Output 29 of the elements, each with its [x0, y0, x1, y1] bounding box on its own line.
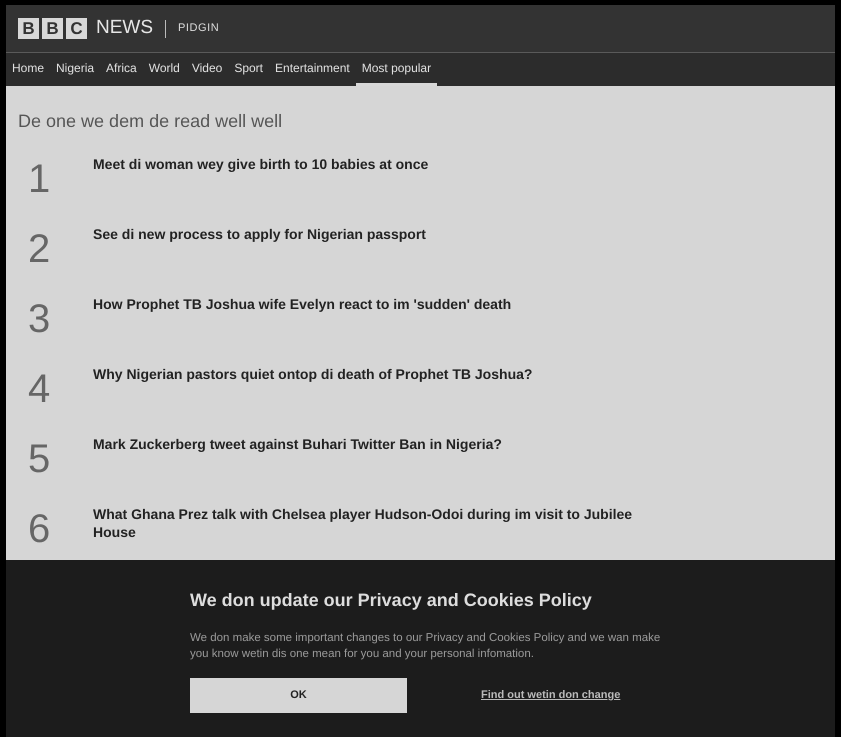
- article-link[interactable]: Mark Zuckerberg tweet against Buhari Twitter Ban in Nigeria?: [93, 435, 653, 453]
- article-link[interactable]: See di new process to apply for Nigerian passport: [93, 225, 653, 243]
- nav-tab[interactable]: Video: [186, 53, 228, 86]
- rank-number: 6: [27, 509, 52, 549]
- nav-tab[interactable]: Africa: [100, 53, 143, 86]
- nav-tab[interactable]: Nigeria: [50, 53, 100, 86]
- nav-tab[interactable]: Sport: [228, 53, 270, 86]
- article-link[interactable]: Why Nigerian pastors quiet ontop di death of Prophet TB Joshua?: [93, 365, 653, 383]
- article-link[interactable]: What Ghana Prez talk with Chelsea player Hudson-Odoi during im visit to Jubilee House: [93, 505, 653, 541]
- nav-tab[interactable]: Home: [6, 53, 50, 86]
- nav-tab[interactable]: World: [142, 53, 186, 86]
- policy-link[interactable]: Find out wetin don change: [481, 687, 620, 704]
- section-title: De one we dem de read well well: [17, 110, 284, 133]
- rank-number: 3: [27, 299, 52, 339]
- rank-number: 2: [27, 229, 52, 269]
- article-link[interactable]: How Prophet TB Joshua wife Evelyn react to im 'sudden' death: [93, 295, 653, 313]
- banner-title: We don update our Privacy and Cookies Policy: [190, 589, 593, 612]
- brand-name: NEWS: [96, 16, 153, 40]
- rank-number: 5: [27, 439, 52, 479]
- edition-name: PIDGIN: [178, 21, 220, 36]
- rank-number: 4: [27, 369, 52, 409]
- rank-number: 1: [27, 159, 52, 199]
- banner-text: We don make some important changes to our Privacy and Cookies Policy and we wan make you know wetin dis one mean for you and your personal infomation.: [190, 631, 662, 662]
- nav-tab[interactable]: Entertainment: [269, 53, 356, 86]
- ok-button[interactable]: OK: [190, 678, 407, 713]
- logo-letter: B: [42, 18, 63, 39]
- logo-letter: B: [18, 18, 39, 39]
- article-link[interactable]: Meet di woman wey give birth to 10 babies at once: [93, 155, 653, 173]
- logo-letter: C: [66, 18, 87, 39]
